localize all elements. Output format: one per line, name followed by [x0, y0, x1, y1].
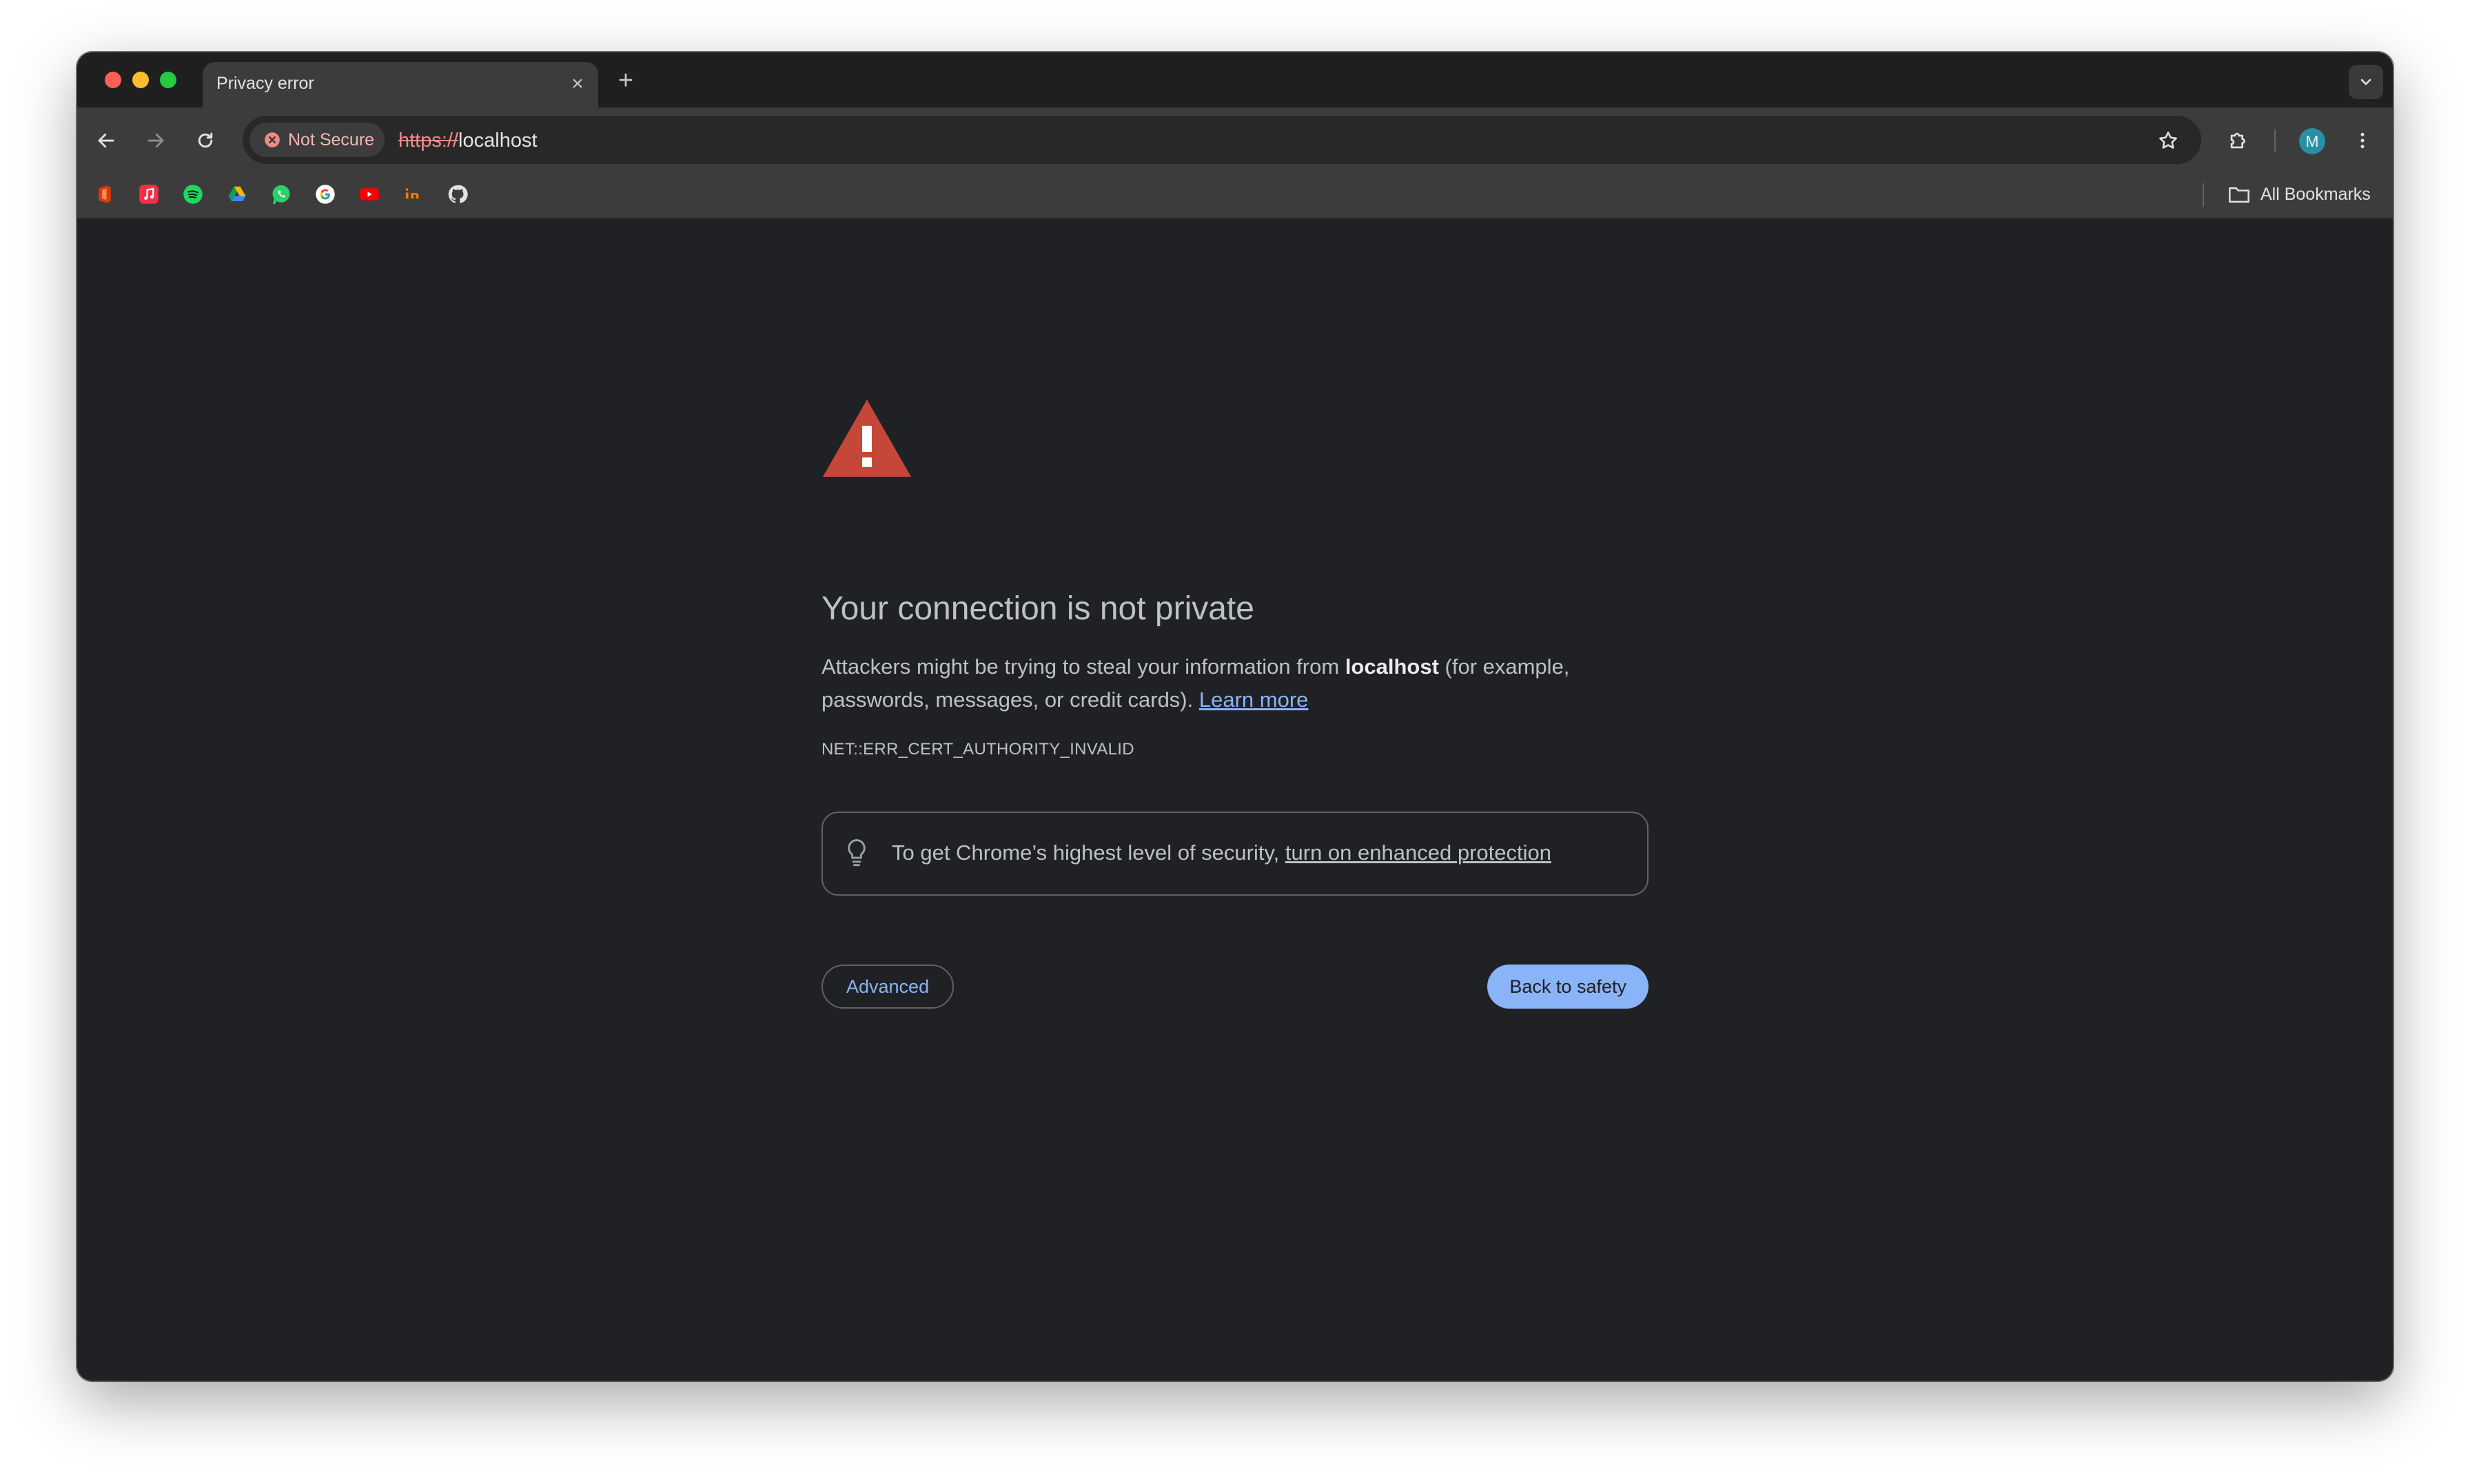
office-icon [99, 185, 111, 203]
star-icon [2159, 132, 2177, 149]
profile-avatar[interactable]: M [2299, 128, 2325, 154]
apple-music-icon [139, 185, 159, 204]
browser-window: Privacy error × + Not Secure https://loc… [77, 52, 2393, 1381]
close-window-button[interactable] [105, 72, 121, 88]
enhanced-protection-link[interactable]: turn on enhanced protection [1285, 841, 1551, 865]
chrome-menu-button[interactable] [2345, 123, 2380, 158]
google-drive-icon [228, 186, 246, 201]
forward-button[interactable] [138, 123, 174, 158]
new-tab-button[interactable]: + [609, 65, 642, 98]
advanced-button[interactable]: Advanced [821, 965, 955, 1009]
bookmark-youtube[interactable] [357, 182, 382, 207]
all-bookmarks-button[interactable]: All Bookmarks [2227, 182, 2371, 207]
description-host: localhost [1345, 655, 1439, 679]
bookmark-apple-music[interactable] [136, 182, 161, 207]
enhanced-protection-text: To get Chrome’s highest level of securit… [892, 841, 1551, 865]
page-title: Your connection is not private [821, 590, 1254, 627]
tab-search-button[interactable] [2349, 65, 2383, 99]
url-host: localhost [458, 130, 538, 152]
error-description: Attackers might be trying to steal your … [821, 650, 1649, 717]
interaction-icon [405, 188, 419, 199]
bookmark-google[interactable] [313, 182, 338, 207]
reload-icon [198, 132, 213, 148]
bookmark-star-button[interactable] [2153, 125, 2183, 156]
bookmark-office[interactable] [92, 182, 117, 207]
tab-privacy-error[interactable]: Privacy error × [203, 62, 598, 107]
description-text: Attackers might be trying to steal your … [821, 655, 1345, 679]
bookmark-google-drive[interactable] [225, 182, 249, 207]
tab-close-icon[interactable]: × [564, 70, 591, 98]
error-circle-icon [265, 132, 280, 147]
all-bookmarks-label: All Bookmarks [2260, 184, 2371, 204]
enhanced-protection-prefix: To get Chrome’s highest level of securit… [892, 841, 1285, 865]
chevron-down-icon [2360, 79, 2371, 85]
error-code: NET::ERR_CERT_AUTHORITY_INVALID [821, 740, 1134, 759]
bookmarks-divider [2203, 183, 2204, 207]
back-arrow-icon [98, 133, 114, 148]
not-secure-label: Not Secure [288, 130, 375, 150]
warning-triangle-icon [823, 400, 911, 477]
minimize-window-button[interactable] [132, 72, 149, 88]
page-content: Your connection is not private Attackers… [77, 219, 2393, 1381]
bookmark-whatsapp[interactable] [269, 182, 294, 207]
puzzle-icon [2230, 132, 2245, 149]
bookmarks-bar: All Bookmarks [77, 172, 2393, 219]
more-vert-icon [2360, 132, 2365, 149]
toolbar: Not Secure https://localhost M [77, 107, 2393, 172]
bookmark-interaction[interactable] [401, 182, 426, 207]
github-icon [448, 185, 468, 203]
back-button[interactable] [88, 123, 124, 158]
bookmark-spotify[interactable] [181, 182, 205, 207]
extensions-button[interactable] [2221, 123, 2256, 158]
maximize-window-button[interactable] [160, 72, 176, 88]
bookmark-github[interactable] [445, 182, 470, 207]
lightbulb-icon [848, 839, 866, 867]
enhanced-protection-box: To get Chrome’s highest level of securit… [821, 812, 1649, 896]
whatsapp-icon [272, 185, 290, 205]
tab-strip: Privacy error × + [77, 52, 2393, 107]
not-secure-chip[interactable]: Not Secure [249, 123, 385, 157]
google-icon [316, 185, 335, 204]
spotify-icon [183, 185, 203, 204]
reload-button[interactable] [187, 123, 223, 158]
forward-arrow-icon [147, 133, 164, 148]
tab-title: Privacy error [216, 74, 314, 93]
learn-more-link[interactable]: Learn more [1199, 688, 1309, 712]
url-scheme: https:// [398, 130, 459, 152]
url-text[interactable]: https://localhost [398, 130, 538, 152]
folder-icon [2229, 187, 2249, 203]
address-bar[interactable]: Not Secure https://localhost [243, 116, 2201, 164]
toolbar-divider [2274, 130, 2276, 152]
youtube-icon [360, 188, 379, 200]
back-to-safety-button[interactable]: Back to safety [1487, 965, 1649, 1009]
